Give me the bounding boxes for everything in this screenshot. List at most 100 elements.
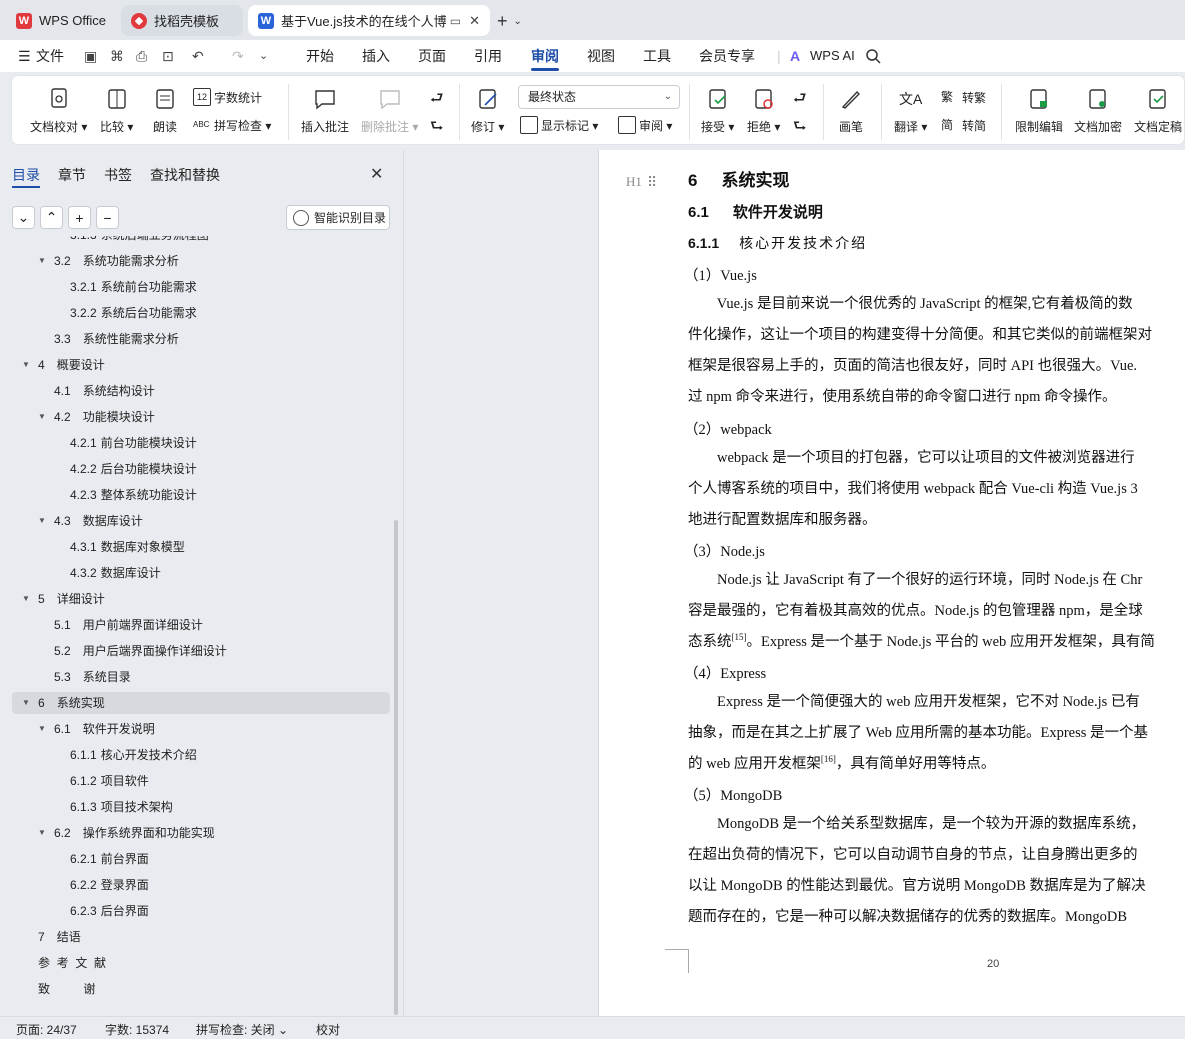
share-icon[interactable]: ⌘ [110,40,124,72]
toc-item[interactable]: 3.2.1 系统前台功能需求 [12,276,390,298]
menu-start[interactable]: 开始 [306,40,334,72]
tab-document[interactable]: W 基于Vue.js技术的在线个人博客 ▭ ✕ [248,5,490,36]
close-icon[interactable]: ✕ [370,164,383,184]
read-aloud-button[interactable]: 朗读 [152,86,178,135]
panel-tab-toc[interactable]: 目录 [12,165,40,185]
print-icon[interactable]: ⎙ [136,40,147,72]
panel-divider[interactable] [403,150,404,1016]
insert-comment-button[interactable]: 插入批注 [301,86,349,135]
proofread-status[interactable]: 校对 [316,1021,340,1038]
menu-file[interactable]: 文件 [36,40,64,72]
page-indicator[interactable]: 页面: 24/37 [16,1021,77,1038]
toc-item[interactable]: 5.2 用户后端界面操作详细设计 [12,640,390,662]
collapse-triangle-icon[interactable]: ▼ [22,692,30,714]
collapse-triangle-icon[interactable]: ▼ [38,822,46,844]
toc-item[interactable]: 6.2.3 后台界面 [12,900,390,922]
doc-finalize-button[interactable]: 文档定稿 [1134,86,1182,135]
hamburger-icon[interactable]: ☰ [18,40,31,72]
drag-handle-icon[interactable]: ⠿ [647,174,657,191]
menu-member[interactable]: 会员专享 [699,40,755,72]
toc-item[interactable]: 5.3 系统目录 [12,666,390,688]
quick-access-chevron-icon[interactable]: ⌄ [259,40,268,72]
toc-item[interactable]: 6.2.2 登录界面 [12,874,390,896]
menu-page[interactable]: 页面 [418,40,446,72]
prev-comment-icon[interactable]: ⮐ [430,88,444,113]
smart-toc-button[interactable]: 智能识别目录 [286,205,390,230]
toc-item[interactable]: 4.1 系统结构设计 [12,380,390,402]
restrict-edit-button[interactable]: 限制编辑 [1015,86,1063,135]
pen-button[interactable]: 画笔 [838,86,864,135]
word-count-indicator[interactable]: 字数: 15374 [105,1021,169,1038]
collapse-triangle-icon[interactable]: ▼ [22,588,30,610]
document-page[interactable]: H1 ⠿ 6 系统实现 6.1 软件开发说明 6.1.1 核心开发技术介绍 （1）Vu… [599,150,1185,1016]
delete-comment-button[interactable]: 删除批注 ▾ [361,86,418,135]
panel-tab-chapters[interactable]: 章节 [58,165,86,185]
toc-item[interactable]: 4.3.1 数据库对象模型 [12,536,390,558]
menu-tools[interactable]: 工具 [643,40,671,72]
collapse-up-icon[interactable]: ⌃ [40,206,63,229]
panel-tab-bookmarks[interactable]: 书签 [104,165,132,185]
toc-item[interactable]: ▼ 3.2 系统功能需求分析 [12,250,390,272]
collapse-triangle-icon[interactable]: ▼ [38,510,46,532]
toc-item[interactable]: 4.2.1 前台功能模块设计 [12,432,390,454]
tab-wps-office[interactable]: W WPS Office [6,5,116,36]
spell-check-button[interactable]: ABC 拼写检查 ▾ [193,114,271,136]
panel-tab-find-replace[interactable]: 查找和替换 [150,165,220,185]
save-icon[interactable]: ▣ [84,40,97,72]
toc-item[interactable]: 6.1.1 核心开发技术介绍 [12,744,390,766]
show-markup-button[interactable]: 显示标记 ▾ [520,114,598,136]
toc-item[interactable]: ▼ 4.3 数据库设计 [12,510,390,532]
menu-reference[interactable]: 引用 [474,40,502,72]
toc-item[interactable]: ▼ 5 详细设计 [12,588,390,610]
redo-icon[interactable]: ↷ [232,40,244,72]
translate-button[interactable]: 文A 翻译 ▾ [894,86,927,135]
toc-scrollbar[interactable] [394,520,398,1015]
menu-insert[interactable]: 插入 [362,40,390,72]
toc-item[interactable]: 3.2.2 系统后台功能需求 [12,302,390,324]
review-pane-button[interactable]: 审阅 ▾ [618,114,672,136]
monitor-icon[interactable]: ▭ [450,14,461,28]
toc-item[interactable]: 6.1.2 项目软件 [12,770,390,792]
doc-proofread-button[interactable]: 文档校对 ▾ [30,86,87,135]
toc-item[interactable]: 7 结语 [12,926,390,948]
to-traditional-button[interactable]: 繁 转繁 [941,86,986,108]
next-comment-icon[interactable]: ⮑ [430,116,444,141]
toc-item[interactable]: ▼ 6.1 软件开发说明 [12,718,390,740]
toc-item[interactable]: 6.1.3 项目技术架构 [12,796,390,818]
add-level-icon[interactable]: + [68,206,91,229]
tab-close-icon[interactable]: ✕ [469,13,480,29]
collapse-triangle-icon[interactable]: ▼ [22,354,30,376]
toc-item[interactable]: 5.1 用户前端界面详细设计 [12,614,390,636]
collapse-triangle-icon[interactable]: ▼ [38,718,46,740]
undo-icon[interactable]: ↶ [192,40,204,72]
word-count-button[interactable]: 12 字数统计 [193,86,262,108]
toc-item[interactable]: 4.2.3 整体系统功能设计 [12,484,390,506]
spell-check-status[interactable]: 拼写检查: 关闭 ⌄ [196,1021,288,1038]
toc-item[interactable]: 4.2.2 后台功能模块设计 [12,458,390,480]
new-tab-plus-icon[interactable]: + [497,11,508,32]
tab-template[interactable]: ◆ 找稻壳模板 [121,5,243,36]
print-preview-icon[interactable]: ⊡ [162,40,174,72]
menu-view[interactable]: 视图 [587,40,615,72]
toc-item[interactable]: ▼ 4.2 功能模块设计 [12,406,390,428]
toc-item[interactable]: 参 考 文 献 [12,952,390,974]
toc-item[interactable]: 6.2.1 前台界面 [12,848,390,870]
toc-item[interactable]: 4.3.2 数据库设计 [12,562,390,584]
collapse-triangle-icon[interactable]: ▼ [38,250,46,272]
revise-button[interactable]: 修订 ▾ [471,86,504,135]
display-state-select[interactable]: 最终状态 ⌄ [518,85,680,109]
search-icon[interactable] [865,40,881,72]
remove-level-icon[interactable]: − [96,206,119,229]
menu-wps-ai[interactable]: WPS AI [810,40,855,72]
to-simplified-button[interactable]: 简 转简 [941,114,986,136]
next-change-icon[interactable]: ⮑ [793,116,807,141]
toc-item[interactable]: ▼ 6 系统实现 [12,692,390,714]
reject-button[interactable]: 拒绝 ▾ [747,86,780,135]
prev-change-icon[interactable]: ⮐ [793,88,807,113]
expand-down-icon[interactable]: ⌄ [12,206,35,229]
doc-encrypt-button[interactable]: 文档加密 [1074,86,1122,135]
toc-item[interactable]: 3.1.3 系统后端业务流程图 [12,236,390,246]
collapse-triangle-icon[interactable]: ▼ [38,406,46,428]
toc-item[interactable]: 致 谢 [12,978,390,1000]
toc-item[interactable]: 3.3 系统性能需求分析 [12,328,390,350]
